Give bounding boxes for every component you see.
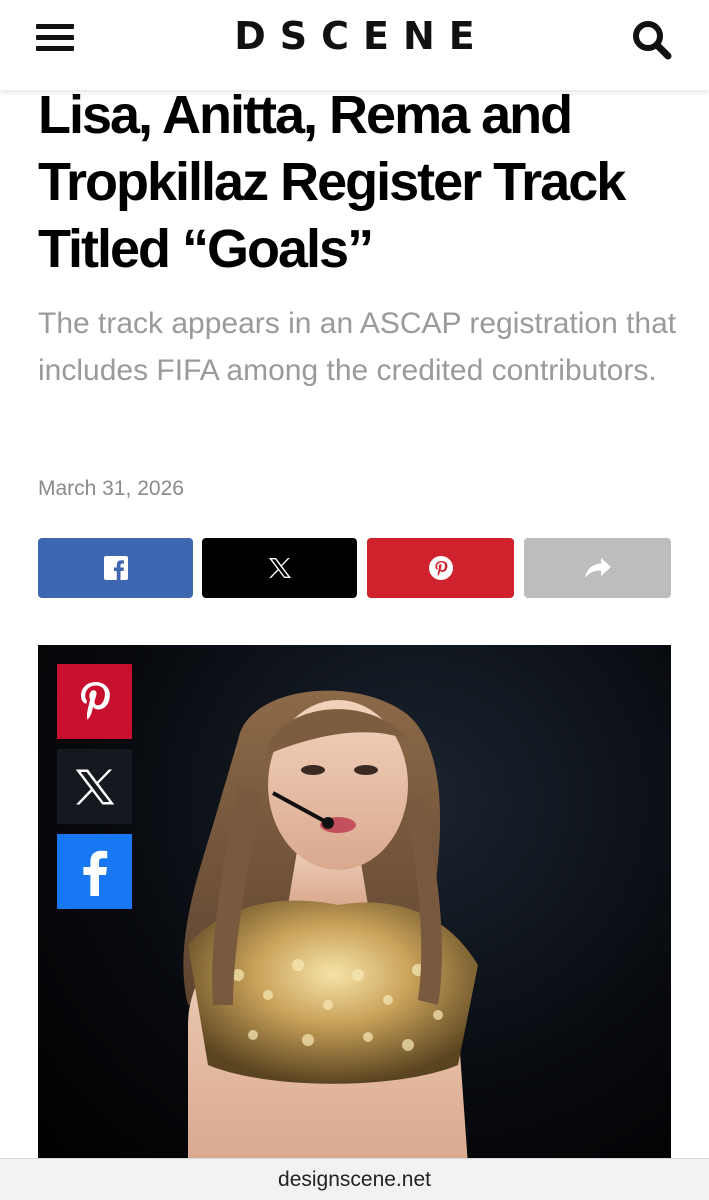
- facebook-icon: [103, 556, 128, 580]
- share-arrow-icon: [584, 558, 611, 578]
- floating-share-x-button[interactable]: [57, 749, 132, 824]
- share-more-button[interactable]: [524, 538, 671, 598]
- share-facebook-button[interactable]: [38, 538, 193, 598]
- article-title: Lisa, Anitta, Rema and Tropkillaz Regist…: [38, 85, 626, 279]
- facebook-icon: [82, 850, 107, 896]
- share-pinterest-button[interactable]: [367, 538, 514, 598]
- x-icon: [75, 769, 114, 804]
- article-subtitle: The track appears in an ASCAP registrati…: [38, 307, 677, 387]
- floating-share-facebook-button[interactable]: [57, 834, 132, 909]
- site-logo[interactable]: DSCENE: [0, 14, 709, 58]
- article-hero-image[interactable]: [38, 645, 671, 1165]
- search-icon[interactable]: [630, 18, 674, 62]
- article-date: March 31, 2026: [38, 477, 184, 500]
- share-x-button[interactable]: [202, 538, 357, 598]
- browser-url-bar[interactable]: designscene.net: [0, 1158, 709, 1200]
- site-header: DSCENE: [0, 0, 709, 90]
- x-icon: [268, 558, 291, 578]
- floating-share-pinterest-button[interactable]: [57, 664, 132, 739]
- pinterest-icon: [428, 556, 453, 580]
- pinterest-icon: [80, 681, 110, 719]
